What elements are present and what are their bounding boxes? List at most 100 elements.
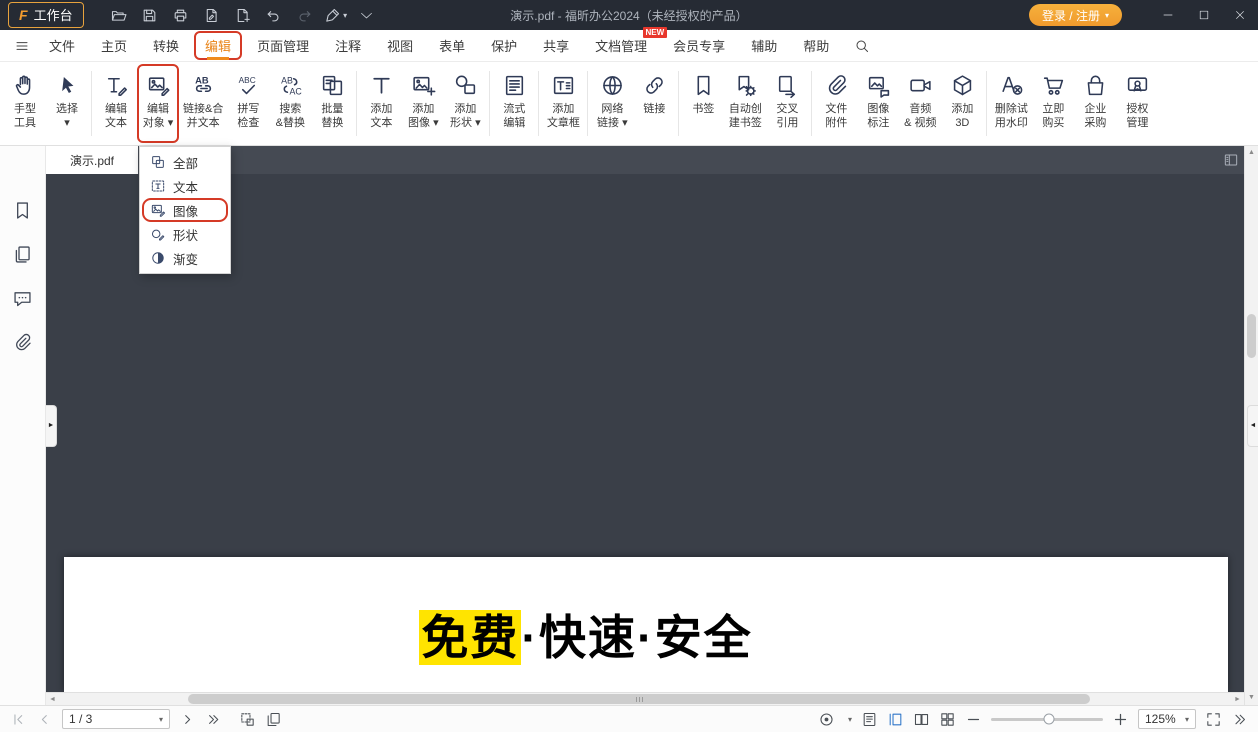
ribbon-license-manage-button[interactable]: 授权管理: [1116, 64, 1158, 143]
single-page-button[interactable]: [887, 711, 904, 728]
menu-item-edit[interactable]: 编辑: [194, 31, 242, 60]
ribbon-auto-bookmark-button[interactable]: 自动创建书签: [724, 64, 766, 143]
menu-item-protect[interactable]: 保护: [480, 31, 528, 60]
ribbon-remove-trial-watermark-button[interactable]: 删除试用水印: [990, 64, 1032, 143]
ribbon-batch-replace-button[interactable]: 批量替换: [311, 64, 353, 143]
menu-item-home[interactable]: 主页: [90, 31, 138, 60]
view-mode-button[interactable]: [818, 711, 835, 728]
redo-button[interactable]: [292, 3, 318, 27]
pages-panel-button[interactable]: [11, 242, 35, 266]
ribbon-hand-tool-button[interactable]: 手型工具: [4, 64, 46, 143]
zoom-level-select[interactable]: 125%▾: [1138, 709, 1196, 729]
menu-item-form[interactable]: 表单: [428, 31, 476, 60]
clipboard-button[interactable]: [265, 711, 282, 728]
ribbon-link-merge-text-button[interactable]: AB链接&合并文本: [179, 64, 227, 143]
more-right-button[interactable]: [1231, 711, 1248, 728]
ribbon-add-article-box-button[interactable]: 添加文章框: [542, 64, 584, 143]
ribbon-link-button[interactable]: 链接: [633, 64, 675, 143]
next-page-button[interactable]: [179, 711, 196, 728]
menu-item-comment[interactable]: 注释: [324, 31, 372, 60]
horizontal-scrollbar[interactable]: ◄ ►: [46, 692, 1244, 705]
scroll-up-arrow-icon[interactable]: ▲: [1245, 147, 1258, 159]
ribbon-search-replace-button[interactable]: ABAC搜索&替换: [269, 64, 311, 143]
vertical-scroll-thumb[interactable]: [1247, 314, 1256, 358]
ribbon-bookmark-button[interactable]: 书签: [682, 64, 724, 143]
ribbon-edit-object-button[interactable]: 编辑对象 ▾: [137, 64, 179, 143]
right-panel-expand-handle[interactable]: ◄: [1247, 405, 1258, 447]
panel-layout-button[interactable]: [1223, 152, 1244, 168]
export-pdf-button[interactable]: [199, 3, 225, 27]
horizontal-scroll-thumb[interactable]: [188, 694, 1090, 704]
menu-item-convert[interactable]: 转换: [142, 31, 190, 60]
ribbon-add-text-button[interactable]: 添加文本: [360, 64, 402, 143]
edit-object-menu-item-shape[interactable]: 形状: [142, 222, 228, 246]
menu-item-file[interactable]: 文件: [38, 31, 86, 60]
edit-object-menu-item-text[interactable]: 文本: [142, 174, 228, 198]
page-number-select[interactable]: 1 / 3▾: [62, 709, 170, 729]
menu-item-assist[interactable]: 辅助: [740, 31, 788, 60]
scroll-left-arrow-icon[interactable]: ◄: [46, 693, 59, 706]
sign-tool-button[interactable]: ▾: [323, 3, 349, 27]
zoom-slider-thumb[interactable]: [1044, 714, 1055, 725]
undo-button[interactable]: [261, 3, 287, 27]
close-button[interactable]: [1222, 0, 1258, 30]
ribbon-select-button[interactable]: 选择▾: [46, 64, 88, 143]
ribbon-flow-edit-button[interactable]: 流式编辑: [493, 64, 535, 143]
print-button[interactable]: [168, 3, 194, 27]
zoom-out-button[interactable]: [965, 711, 982, 728]
create-pdf-button[interactable]: [230, 3, 256, 27]
caret-down-icon: ▾: [343, 11, 347, 20]
ribbon-add-shape-button[interactable]: 添加形状 ▾: [444, 64, 486, 143]
facing-pages-button[interactable]: [913, 711, 930, 728]
ribbon-buy-now-button[interactable]: 立即购买: [1032, 64, 1074, 143]
menu-item-help[interactable]: 帮助: [792, 31, 840, 60]
open-file-button[interactable]: [106, 3, 132, 27]
ribbon-add-image-button[interactable]: 添加图像 ▾: [402, 64, 444, 143]
last-page-button[interactable]: [205, 711, 222, 728]
first-page-button[interactable]: [10, 711, 27, 728]
save-button[interactable]: [137, 3, 163, 27]
menu-item-member[interactable]: 会员专享: [662, 31, 736, 60]
menu-item-doc-manage[interactable]: 文档管理NEW: [584, 31, 658, 60]
ribbon-add-3d-button[interactable]: 添加3D: [941, 64, 983, 143]
toolbar-more-button[interactable]: [354, 3, 380, 27]
bookmark-panel-button[interactable]: [11, 198, 35, 222]
menu-item-share[interactable]: 共享: [532, 31, 580, 60]
hamburger-menu-button[interactable]: [8, 33, 36, 59]
zoom-in-button[interactable]: [1112, 711, 1129, 728]
left-panel-expand-handle[interactable]: ►: [46, 405, 57, 447]
zoom-slider[interactable]: [991, 718, 1103, 721]
snapshot-button[interactable]: [239, 711, 256, 728]
pdf-page[interactable]: 免费·快速·安全: [64, 557, 1228, 692]
horizontal-scroll-track[interactable]: [59, 693, 1231, 705]
comments-panel-button[interactable]: [11, 286, 35, 310]
ribbon-edit-text-button[interactable]: 编辑文本: [95, 64, 137, 143]
ribbon-audio-video-button[interactable]: 音频& 视频: [899, 64, 941, 143]
edit-object-menu-item-image[interactable]: 图像: [142, 198, 228, 222]
ribbon-image-annotation-button[interactable]: 图像标注: [857, 64, 899, 143]
fit-screen-button[interactable]: [1205, 711, 1222, 728]
page-headline: 免费·快速·安全: [4, 599, 1168, 668]
menu-item-view[interactable]: 视图: [376, 31, 424, 60]
ribbon-file-attachment-button[interactable]: 文件附件: [815, 64, 857, 143]
menu-item-page-manage[interactable]: 页面管理: [246, 31, 320, 60]
attachments-panel-button[interactable]: [11, 330, 35, 354]
ribbon-web-link-button[interactable]: 网络链接 ▾: [591, 64, 633, 143]
edit-object-menu-item-all[interactable]: 全部: [142, 150, 228, 174]
ribbon-cross-reference-button[interactable]: 交叉引用: [766, 64, 808, 143]
scroll-right-arrow-icon[interactable]: ►: [1231, 693, 1244, 706]
prev-page-button[interactable]: [36, 711, 53, 728]
ribbon-button-label: 替换: [321, 116, 343, 130]
workspace-button[interactable]: F 工作台: [8, 2, 84, 28]
read-mode-button[interactable]: [861, 711, 878, 728]
maximize-button[interactable]: [1186, 0, 1222, 30]
edit-object-menu-item-gradient[interactable]: 渐变: [142, 246, 228, 270]
ribbon-enterprise-purchase-button[interactable]: 企业采购: [1074, 64, 1116, 143]
scroll-down-arrow-icon[interactable]: ▼: [1245, 692, 1258, 704]
login-button[interactable]: 登录 / 注册 ▾: [1029, 4, 1122, 26]
quad-pages-button[interactable]: [939, 711, 956, 728]
minimize-button[interactable]: [1150, 0, 1186, 30]
search-button[interactable]: [848, 33, 876, 59]
document-tab[interactable]: 演示.pdf: [46, 146, 138, 174]
ribbon-spell-check-button[interactable]: ABC拼写检查: [227, 64, 269, 143]
